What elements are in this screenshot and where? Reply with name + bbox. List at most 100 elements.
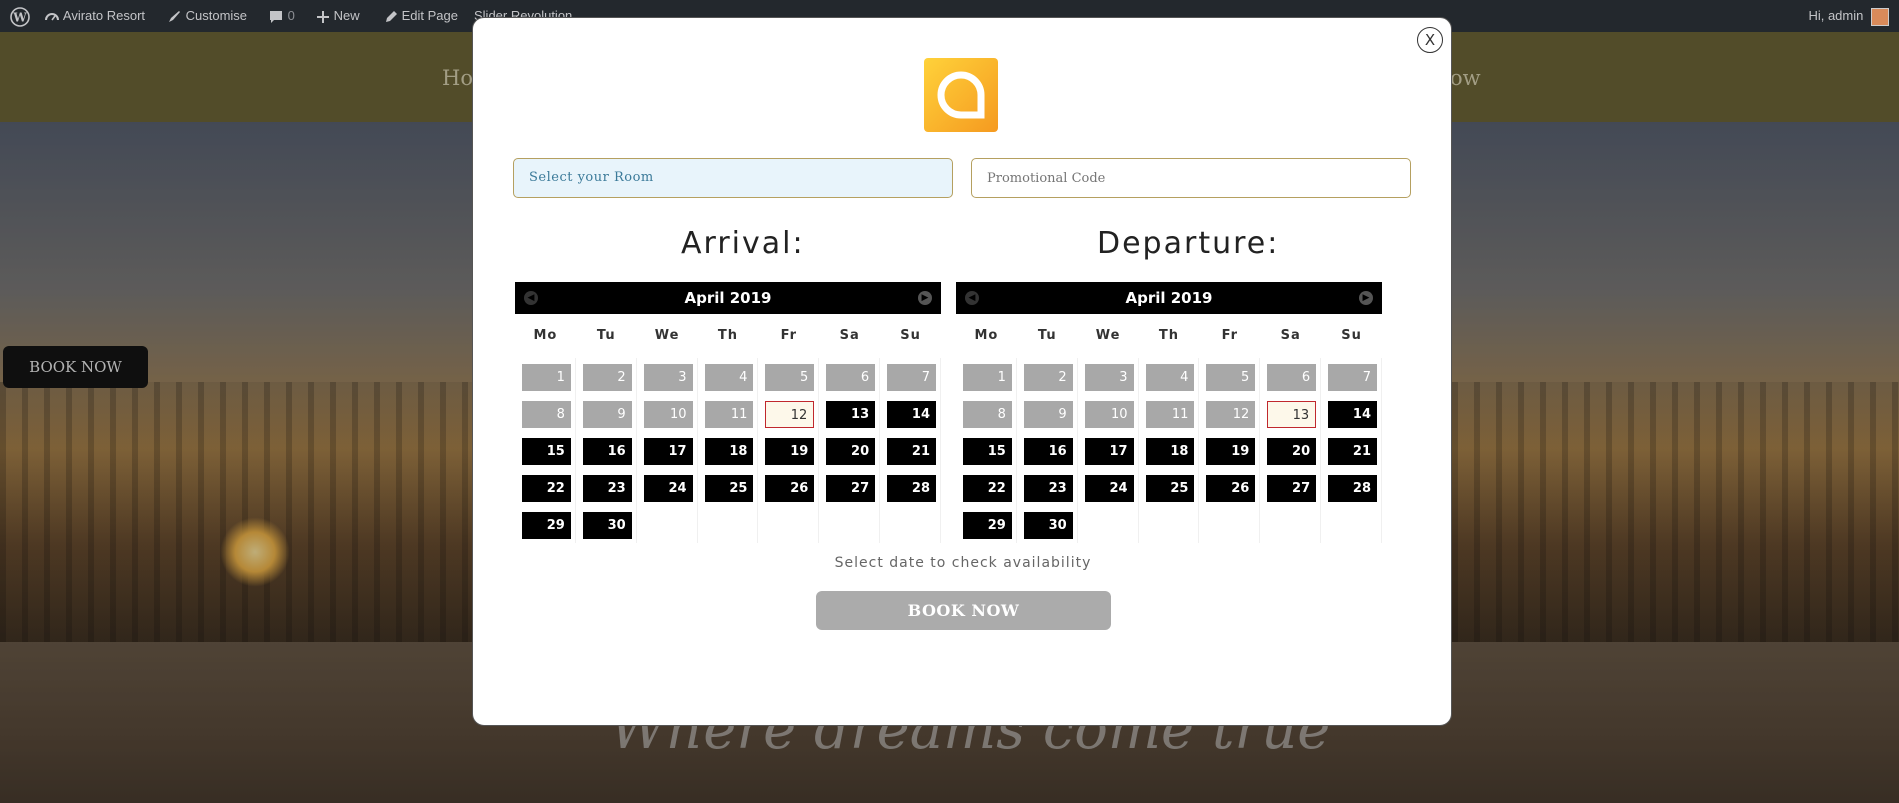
calendar-cell: 3	[637, 358, 698, 395]
calendar-day[interactable]: 26	[765, 475, 815, 502]
calendar-cell: 13	[1260, 395, 1322, 432]
wordpress-logo-icon[interactable]: W	[10, 0, 30, 32]
calendar-cell	[819, 506, 881, 543]
calendar-cell: 1	[956, 358, 1017, 395]
next-month-icon[interactable]: ▶	[1359, 291, 1373, 305]
calendar-day[interactable]: 18	[704, 438, 754, 465]
departure-calendar: ◀ April 2019 ▶ Mo Tu We Th Fr Sa Su 1234…	[956, 282, 1382, 543]
calendar-day[interactable]: 27	[1267, 475, 1317, 502]
calendar-day[interactable]: 29	[522, 512, 571, 539]
calendar-cell: 21	[1321, 432, 1382, 469]
prev-month-icon[interactable]: ◀	[524, 291, 538, 305]
calendar-day[interactable]: 23	[582, 475, 632, 502]
calendar-day[interactable]: 25	[704, 475, 754, 502]
calendar-cell: 6	[819, 358, 881, 395]
new-content-link[interactable]: New	[316, 0, 360, 32]
calendar-day[interactable]: 14	[887, 401, 936, 428]
edit-page-label: Edit Page	[401, 8, 458, 23]
calendar-day: 11	[704, 401, 754, 428]
calendar-day: 6	[826, 364, 876, 391]
calendar-day: 12	[1206, 401, 1256, 428]
close-button[interactable]: X	[1417, 27, 1443, 53]
calendar-day[interactable]: 25	[1145, 475, 1195, 502]
calendar-cell: 17	[637, 432, 698, 469]
calendar-cell: 14	[1321, 395, 1382, 432]
calendar-day[interactable]: 20	[1267, 438, 1317, 465]
prev-month-icon[interactable]: ◀	[965, 291, 979, 305]
next-month-icon[interactable]: ▶	[918, 291, 932, 305]
weekday-label: Sa	[839, 328, 860, 343]
calendar-day[interactable]: 13	[826, 401, 876, 428]
calendar-day[interactable]: 16	[582, 438, 632, 465]
calendar-cell	[1321, 506, 1382, 543]
calendar-day[interactable]: 16	[1023, 438, 1073, 465]
calendar-cell	[880, 506, 941, 543]
calendar-cell: 22	[515, 469, 576, 506]
customise-link[interactable]: Customise	[166, 0, 247, 32]
customise-label: Customise	[185, 8, 248, 23]
calendar-cell: 16	[576, 432, 637, 469]
calendar-day[interactable]: 24	[643, 475, 693, 502]
calendar-day[interactable]: 28	[1328, 475, 1377, 502]
calendar-day: 9	[582, 401, 632, 428]
calendar-day[interactable]: 12	[765, 401, 815, 428]
calendar-day[interactable]: 15	[522, 438, 571, 465]
comments-link[interactable]: 0	[268, 0, 295, 32]
calendar-cell: 1	[515, 358, 576, 395]
room-select[interactable]: Select your Room	[513, 158, 953, 198]
calendar-cell: 24	[1078, 469, 1139, 506]
calendar-day[interactable]: 23	[1023, 475, 1073, 502]
arrival-title: Arrival:	[681, 226, 805, 261]
calendar-cell: 21	[880, 432, 941, 469]
calendar-cell: 15	[956, 432, 1017, 469]
calendar-day[interactable]: 30	[582, 512, 632, 539]
calendar-cell: 12	[1199, 395, 1261, 432]
calendar-cell	[698, 506, 759, 543]
weekday-label: Th	[717, 328, 739, 343]
calendar-day: 5	[765, 364, 815, 391]
calendar-cell: 11	[698, 395, 759, 432]
calendar-cell: 20	[819, 432, 881, 469]
calendar-day[interactable]: 17	[643, 438, 693, 465]
calendar-day[interactable]: 14	[1328, 401, 1377, 428]
calendar-day[interactable]: 26	[1206, 475, 1256, 502]
calendar-day[interactable]: 20	[826, 438, 876, 465]
calendar-day[interactable]: 27	[826, 475, 876, 502]
calendar-day[interactable]: 17	[1084, 438, 1134, 465]
calendar-day[interactable]: 22	[522, 475, 571, 502]
calendar-day[interactable]: 22	[963, 475, 1012, 502]
book-now-button[interactable]: BOOK NOW	[816, 591, 1111, 630]
calendar-day[interactable]: 13	[1267, 401, 1317, 428]
calendar-day[interactable]: 19	[1206, 438, 1256, 465]
calendar-day[interactable]: 21	[887, 438, 936, 465]
calendar-cell	[1260, 506, 1322, 543]
promo-code-input[interactable]	[971, 158, 1411, 198]
booking-modal: X Select your Room Arrival: Departure: ◀…	[472, 17, 1452, 726]
calendar-day: 1	[522, 364, 571, 391]
calendar-day[interactable]: 28	[887, 475, 936, 502]
calendar-day[interactable]: 21	[1328, 438, 1377, 465]
edit-page-link[interactable]: Edit Page	[384, 0, 458, 32]
calendar-cell: 20	[1260, 432, 1322, 469]
calendar-cell: 24	[637, 469, 698, 506]
calendar-day[interactable]: 15	[963, 438, 1012, 465]
calendar-cell: 9	[1017, 395, 1078, 432]
my-account-link[interactable]: Hi, admin	[1808, 0, 1889, 32]
calendar-cell: 3	[1078, 358, 1139, 395]
calendar-day[interactable]: 30	[1023, 512, 1073, 539]
calendar-header: ◀ April 2019 ▶	[956, 282, 1382, 314]
calendar-day[interactable]: 19	[765, 438, 815, 465]
calendar-cell: 18	[698, 432, 759, 469]
calendar-cell: 17	[1078, 432, 1139, 469]
plus-icon	[317, 10, 329, 23]
calendar-day[interactable]: 24	[1084, 475, 1134, 502]
calendar-day[interactable]: 18	[1145, 438, 1195, 465]
day-grid: 1 2 3 4 5 6 7 8 9 10 11 12 13 14 15 16 17 18 19 20 21 22 23 24 2…	[515, 358, 941, 543]
comments-count: 0	[287, 8, 295, 23]
calendar-day[interactable]: 29	[963, 512, 1012, 539]
weekday-label: Th	[1158, 328, 1180, 343]
calendar-day: 11	[1145, 401, 1195, 428]
calendar-day: 2	[582, 364, 632, 391]
calendar-day: 2	[1023, 364, 1073, 391]
site-name-link[interactable]: Avirato Resort	[44, 0, 145, 32]
